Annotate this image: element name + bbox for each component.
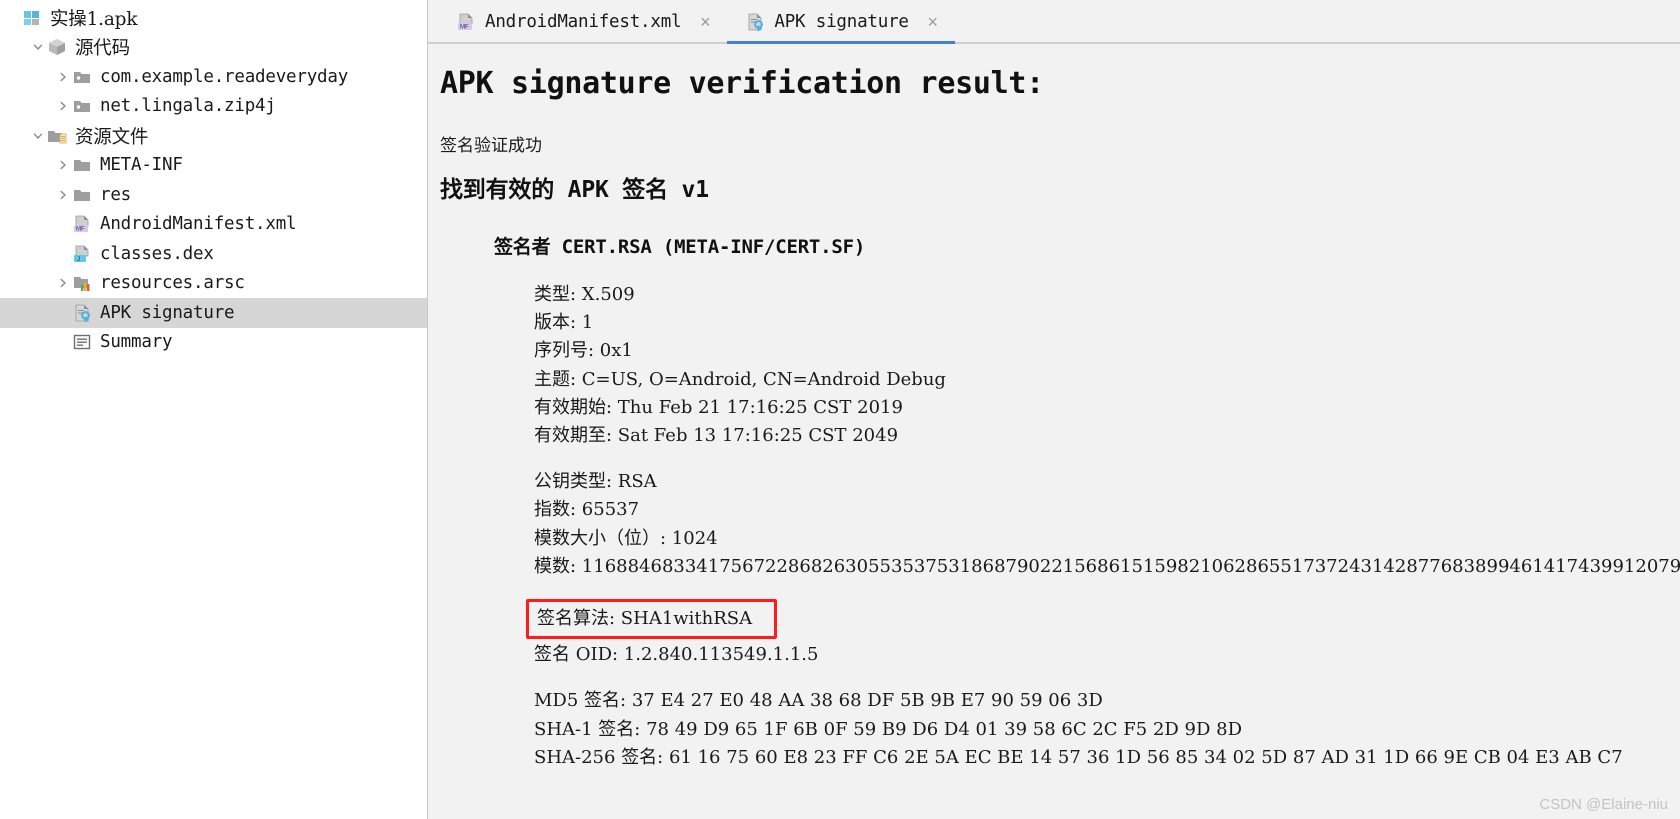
chevron-right-icon[interactable] (54, 189, 71, 201)
signature-algorithm: 签名算法: SHA1withRSA (537, 608, 753, 630)
splitter-handle[interactable] (428, 419, 429, 445)
detail-line: MD5 签名: 37 E4 27 E0 48 AA 38 68 DF 5B 9B… (534, 690, 1103, 712)
detail-line: 模数大小（位）: 1024 (534, 527, 718, 549)
sidebar-item-meta-inf[interactable]: META-INF (0, 151, 427, 181)
apk-signature-icon (745, 12, 765, 32)
certificate-details-group: 类型: X.509 版本: 1 序列号: 0x1 主题: C=US, O=Androi… (440, 281, 1680, 450)
detail-line: SHA-1 签名: 78 49 D9 65 1F 6B 0F 59 B9 D6 … (534, 718, 1243, 740)
sidebar-item-label: APK signature (100, 302, 235, 323)
editor-area: MF AndroidManifest.xml × APK signature × APK… (427, 0, 1680, 819)
chevron-right-icon[interactable] (54, 159, 71, 171)
summary-icon (71, 332, 93, 352)
folder-icon (71, 185, 93, 205)
detail-line: 模数: 116884683341756722868263055353753186… (534, 555, 1680, 577)
package-folder-icon (71, 67, 93, 87)
chevron-down-icon[interactable] (29, 130, 46, 142)
signature-algorithm-highlight: 签名算法: SHA1withRSA (526, 599, 778, 640)
sidebar-item-[interactable]: 资源文件 (0, 121, 427, 151)
manifest-file-icon: MF (71, 214, 93, 234)
apk-signature-icon (71, 303, 93, 323)
detail-line: 有效期始: Thu Feb 21 17:16:25 CST 2019 (534, 396, 903, 418)
tab-apk-signature[interactable]: APK signature × (727, 0, 956, 44)
package-folder-icon (71, 96, 93, 116)
close-icon[interactable]: × (925, 12, 941, 32)
resources-folder-icon (46, 126, 68, 146)
signature-oid: 签名 OID: 1.2.840.113549.1.1.5 (534, 644, 819, 666)
detail-line: 有效期至: Sat Feb 13 17:16:25 CST 2049 (534, 425, 899, 447)
tab-label: APK signature (774, 12, 909, 32)
tab-label: AndroidManifest.xml (485, 12, 682, 32)
source-package-icon (46, 37, 68, 57)
page-title: APK signature verification result: (440, 66, 1044, 101)
detail-line: SHA-256 签名: 61 16 75 60 E8 23 FF C6 2E 5… (534, 746, 1623, 768)
project-tree-sidebar[interactable]: 实操1.apk 源代码 com.example.readeveryday net.li… (0, 0, 427, 819)
chevron-right-icon[interactable] (54, 71, 71, 83)
sidebar-item-[interactable]: 源代码 (0, 33, 427, 63)
arsc-file-icon (71, 273, 93, 293)
sidebar-item-label: 实操1.apk (50, 8, 138, 30)
sidebar-item-label: classes.dex (100, 243, 214, 264)
chevron-down-icon[interactable] (29, 41, 46, 53)
sidebar-item-resources-arsc[interactable]: resources.arsc (0, 269, 427, 299)
detail-line: 类型: X.509 (534, 284, 635, 305)
sidebar-item-label: META-INF (100, 155, 183, 176)
detail-line: 指数: 65537 (534, 499, 640, 521)
verification-status: 签名验证成功 (440, 136, 542, 156)
detail-line: 公钥类型: RSA (534, 471, 657, 493)
editor-tab-bar[interactable]: MF AndroidManifest.xml × APK signature × (428, 0, 1680, 44)
signature-scheme-heading: 找到有效的 APK 签名 v1 (440, 176, 709, 203)
sidebar-item-label: 资源文件 (75, 126, 149, 148)
detail-line: 版本: 1 (534, 312, 594, 334)
close-icon[interactable]: × (697, 12, 713, 32)
sidebar-item-androidmanifest-xml[interactable]: MF AndroidManifest.xml (0, 210, 427, 240)
sidebar-item-label: Summary (100, 332, 173, 353)
svg-text:MF: MF (460, 25, 469, 31)
sidebar-item-label: com.example.readeveryday (100, 66, 349, 87)
sidebar-item-label: 源代码 (75, 38, 130, 60)
public-key-details-group: 公钥类型: RSA 指数: 65537 模数大小（位）: 1024 模数: 11688… (440, 468, 1680, 581)
chevron-right-icon[interactable] (54, 277, 71, 289)
sidebar-item-com-example-readeveryday[interactable]: com.example.readeveryday (0, 62, 427, 92)
folder-icon (71, 155, 93, 175)
sidebar-item-classes-dex[interactable]: Jclasses.dex (0, 239, 427, 269)
sidebar-item-1-apk[interactable]: 实操1.apk (0, 3, 427, 33)
signer-heading: 签名者 CERT.RSA (META-INF/CERT.SF) (494, 236, 866, 258)
svg-text:MF: MF (76, 227, 85, 233)
signature-report: APK signature verification result: 签名验证成… (428, 44, 1680, 819)
digest-group: MD5 签名: 37 E4 27 E0 48 AA 38 68 DF 5B 9B… (440, 687, 1680, 772)
apk-archive-icon (21, 8, 43, 28)
watermark-text: CSDN @Elaine-niu (1539, 796, 1668, 813)
editor-content-wrapper: APK signature verification result: 签名验证成… (428, 44, 1680, 819)
sidebar-item-label: net.lingala.zip4j (100, 96, 276, 117)
sidebar-item-apk-signature[interactable]: APK signature (0, 298, 427, 328)
tab-androidmanifest-xml[interactable]: MF AndroidManifest.xml × (438, 0, 727, 44)
sidebar-item-net-lingala-zip4j[interactable]: net.lingala.zip4j (0, 92, 427, 122)
sidebar-item-label: res (100, 184, 132, 205)
sidebar-item-label: resources.arsc (100, 273, 245, 294)
sidebar-item-label: AndroidManifest.xml (100, 214, 297, 235)
manifest-file-icon: MF (456, 12, 476, 32)
dex-file-icon: J (71, 244, 93, 264)
svg-text:J: J (77, 257, 80, 263)
apk-analyzer-window: 实操1.apk 源代码 com.example.readeveryday net.li… (0, 0, 1680, 819)
detail-line: 主题: C=US, O=Android, CN=Android Debug (534, 368, 946, 390)
sidebar-item-summary[interactable]: Summary (0, 328, 427, 358)
sidebar-item-res[interactable]: res (0, 180, 427, 210)
chevron-right-icon[interactable] (54, 100, 71, 112)
detail-line: 序列号: 0x1 (534, 340, 633, 362)
